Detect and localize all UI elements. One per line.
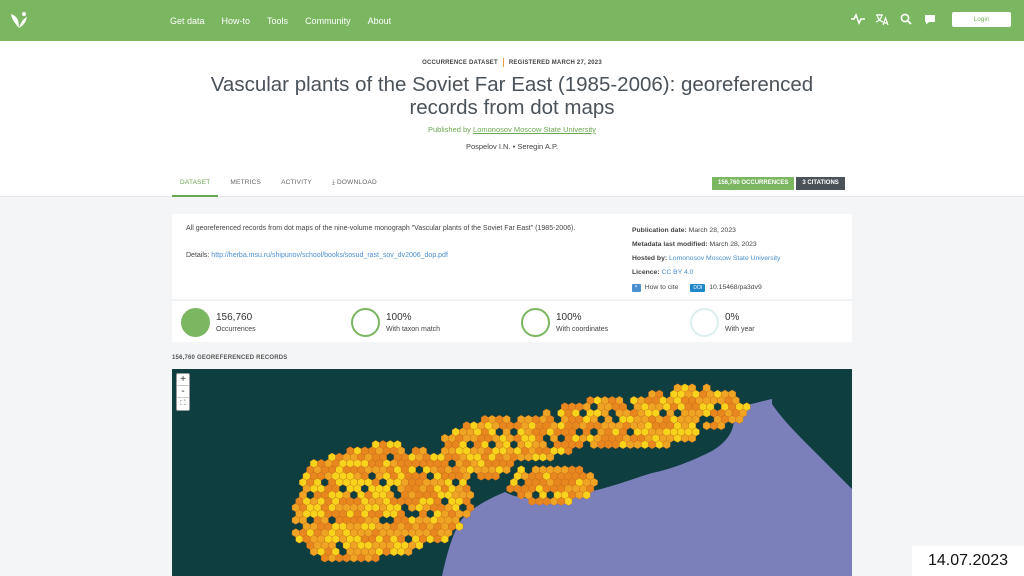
stat-label: Occurrences <box>216 325 256 333</box>
fullscreen-button[interactable]: ⛶ <box>177 398 189 410</box>
publisher-link[interactable]: Lomonosov Moscow State University <box>473 125 596 134</box>
meta-separator <box>502 58 504 67</box>
dataset-header: OCCURRENCE DATASET REGISTERED MARCH 27, 2… <box>0 41 1024 197</box>
details-link[interactable]: http://herba.msu.ru/shipunov/school/book… <box>211 252 448 259</box>
activity-icon[interactable] <box>850 11 866 27</box>
map-canvas <box>172 369 852 576</box>
map-zoom-controls: + - ⛶ <box>176 373 190 411</box>
stat-label: With taxon match <box>386 325 441 333</box>
nav-tools[interactable]: Tools <box>267 16 288 26</box>
dataset-side-info: Publication date: March 28, 2023 Metadat… <box>632 224 780 295</box>
stat-coordinates[interactable]: 100% With coordinates <box>521 308 608 337</box>
land-alaska <box>772 369 852 489</box>
quote-icon: ❞ <box>632 284 641 292</box>
summary-card: All georeferenced records from dot maps … <box>172 214 852 299</box>
stat-circle-icon <box>181 308 210 337</box>
translate-icon[interactable] <box>874 11 890 27</box>
nav-icons <box>850 11 938 27</box>
doi-icon: DOI <box>690 284 706 292</box>
stat-occurrences[interactable]: 156,760 Occurrences <box>181 308 256 337</box>
stat-label: With coordinates <box>556 325 609 333</box>
dataset-tabs: DATASET METRICS ACTIVITY ⤓ DOWNLOAD <box>172 177 389 197</box>
stat-value: 100% <box>386 311 412 323</box>
metadata-modified-value: March 28, 2023 <box>709 241 757 248</box>
header-badges: 156,760 OCCURRENCES 3 CITATIONS <box>712 177 845 190</box>
stats-strip: 156,760 Occurrences 100% With taxon match … <box>172 300 852 342</box>
dataset-meta-line: OCCURRENCE DATASET REGISTERED MARCH 27, 2… <box>0 58 1024 67</box>
nav-about[interactable]: About <box>368 16 392 26</box>
cite-row: ❞ How to cite DOI 10.15468/pa3dv9 <box>632 281 780 295</box>
occurrences-badge[interactable]: 156,760 OCCURRENCES <box>712 177 795 190</box>
zoom-out-button[interactable]: - <box>177 386 189 398</box>
nav-get-data[interactable]: Get data <box>170 16 205 26</box>
metadata-modified-row: Metadata last modified: March 28, 2023 <box>632 241 757 248</box>
stat-label: With year <box>725 325 755 333</box>
date-stamp: 14.07.2023 <box>912 546 1024 576</box>
publisher-line: Published by Lomonosov Moscow State Univ… <box>0 125 1024 134</box>
stat-value: 100% <box>556 311 582 323</box>
licence-link[interactable]: CC BY 4.0 <box>661 269 693 276</box>
registered-label: REGISTERED MARCH 27, 2023 <box>508 60 602 67</box>
tab-metrics[interactable]: METRICS <box>222 177 269 197</box>
authors-line: Pospelov I.N. • Seregin A.P. <box>465 142 559 151</box>
stat-taxon-match[interactable]: 100% With taxon match <box>351 308 440 337</box>
map-section-label: 156,760 GEOREFERENCED RECORDS <box>172 355 288 361</box>
publication-date-row: Publication date: March 28, 2023 <box>632 227 736 234</box>
stat-circle-icon <box>521 308 550 337</box>
nav-how-to[interactable]: How-to <box>222 16 251 26</box>
stat-circle-icon <box>690 308 719 337</box>
tab-dataset[interactable]: DATASET <box>172 177 219 197</box>
occurrence-map[interactable]: + - ⛶ <box>172 369 852 576</box>
nav-links: Get data How-to Tools Community About <box>170 0 408 41</box>
doi-value[interactable]: 10.15468/pa3dv9 <box>709 281 762 295</box>
page-title: Vascular plants of the Soviet Far East (… <box>210 73 814 119</box>
stat-circle-icon <box>351 308 380 337</box>
zoom-in-button[interactable]: + <box>177 374 189 386</box>
login-button[interactable]: Login <box>952 12 1011 27</box>
tab-activity[interactable]: ACTIVITY <box>273 177 320 197</box>
chat-icon[interactable] <box>922 11 938 27</box>
publication-date-value: March 28, 2023 <box>688 227 736 234</box>
stat-value: 0% <box>725 311 740 323</box>
stat-with-year[interactable]: 0% With year <box>690 308 755 337</box>
search-icon[interactable] <box>898 11 914 27</box>
land-mainland <box>172 369 852 576</box>
leaf-logo-icon[interactable] <box>9 11 29 31</box>
licence-row: Licence: CC BY 4.0 <box>632 269 694 276</box>
citations-badge[interactable]: 3 CITATIONS <box>796 177 845 190</box>
dataset-description: All georeferenced records from dot maps … <box>186 225 576 232</box>
stat-value: 156,760 <box>216 311 253 323</box>
top-nav: Get data How-to Tools Community About Lo… <box>0 0 1024 41</box>
nav-community[interactable]: Community <box>305 16 351 26</box>
dataset-type-label: OCCURRENCE DATASET <box>422 60 498 67</box>
hosted-by-row: Hosted by: Lomonosov Moscow State Univer… <box>632 255 781 262</box>
how-to-cite-link[interactable]: How to cite <box>645 281 679 295</box>
published-by-label: Published by <box>427 125 471 134</box>
hosted-by-link[interactable]: Lomonosov Moscow State University <box>669 255 780 262</box>
tab-download[interactable]: ⤓ DOWNLOAD <box>324 177 385 197</box>
details-line: Details: http://herba.msu.ru/shipunov/sc… <box>186 252 448 259</box>
tab-download-label: DOWNLOAD <box>337 179 377 186</box>
details-label: Details: <box>186 252 210 259</box>
